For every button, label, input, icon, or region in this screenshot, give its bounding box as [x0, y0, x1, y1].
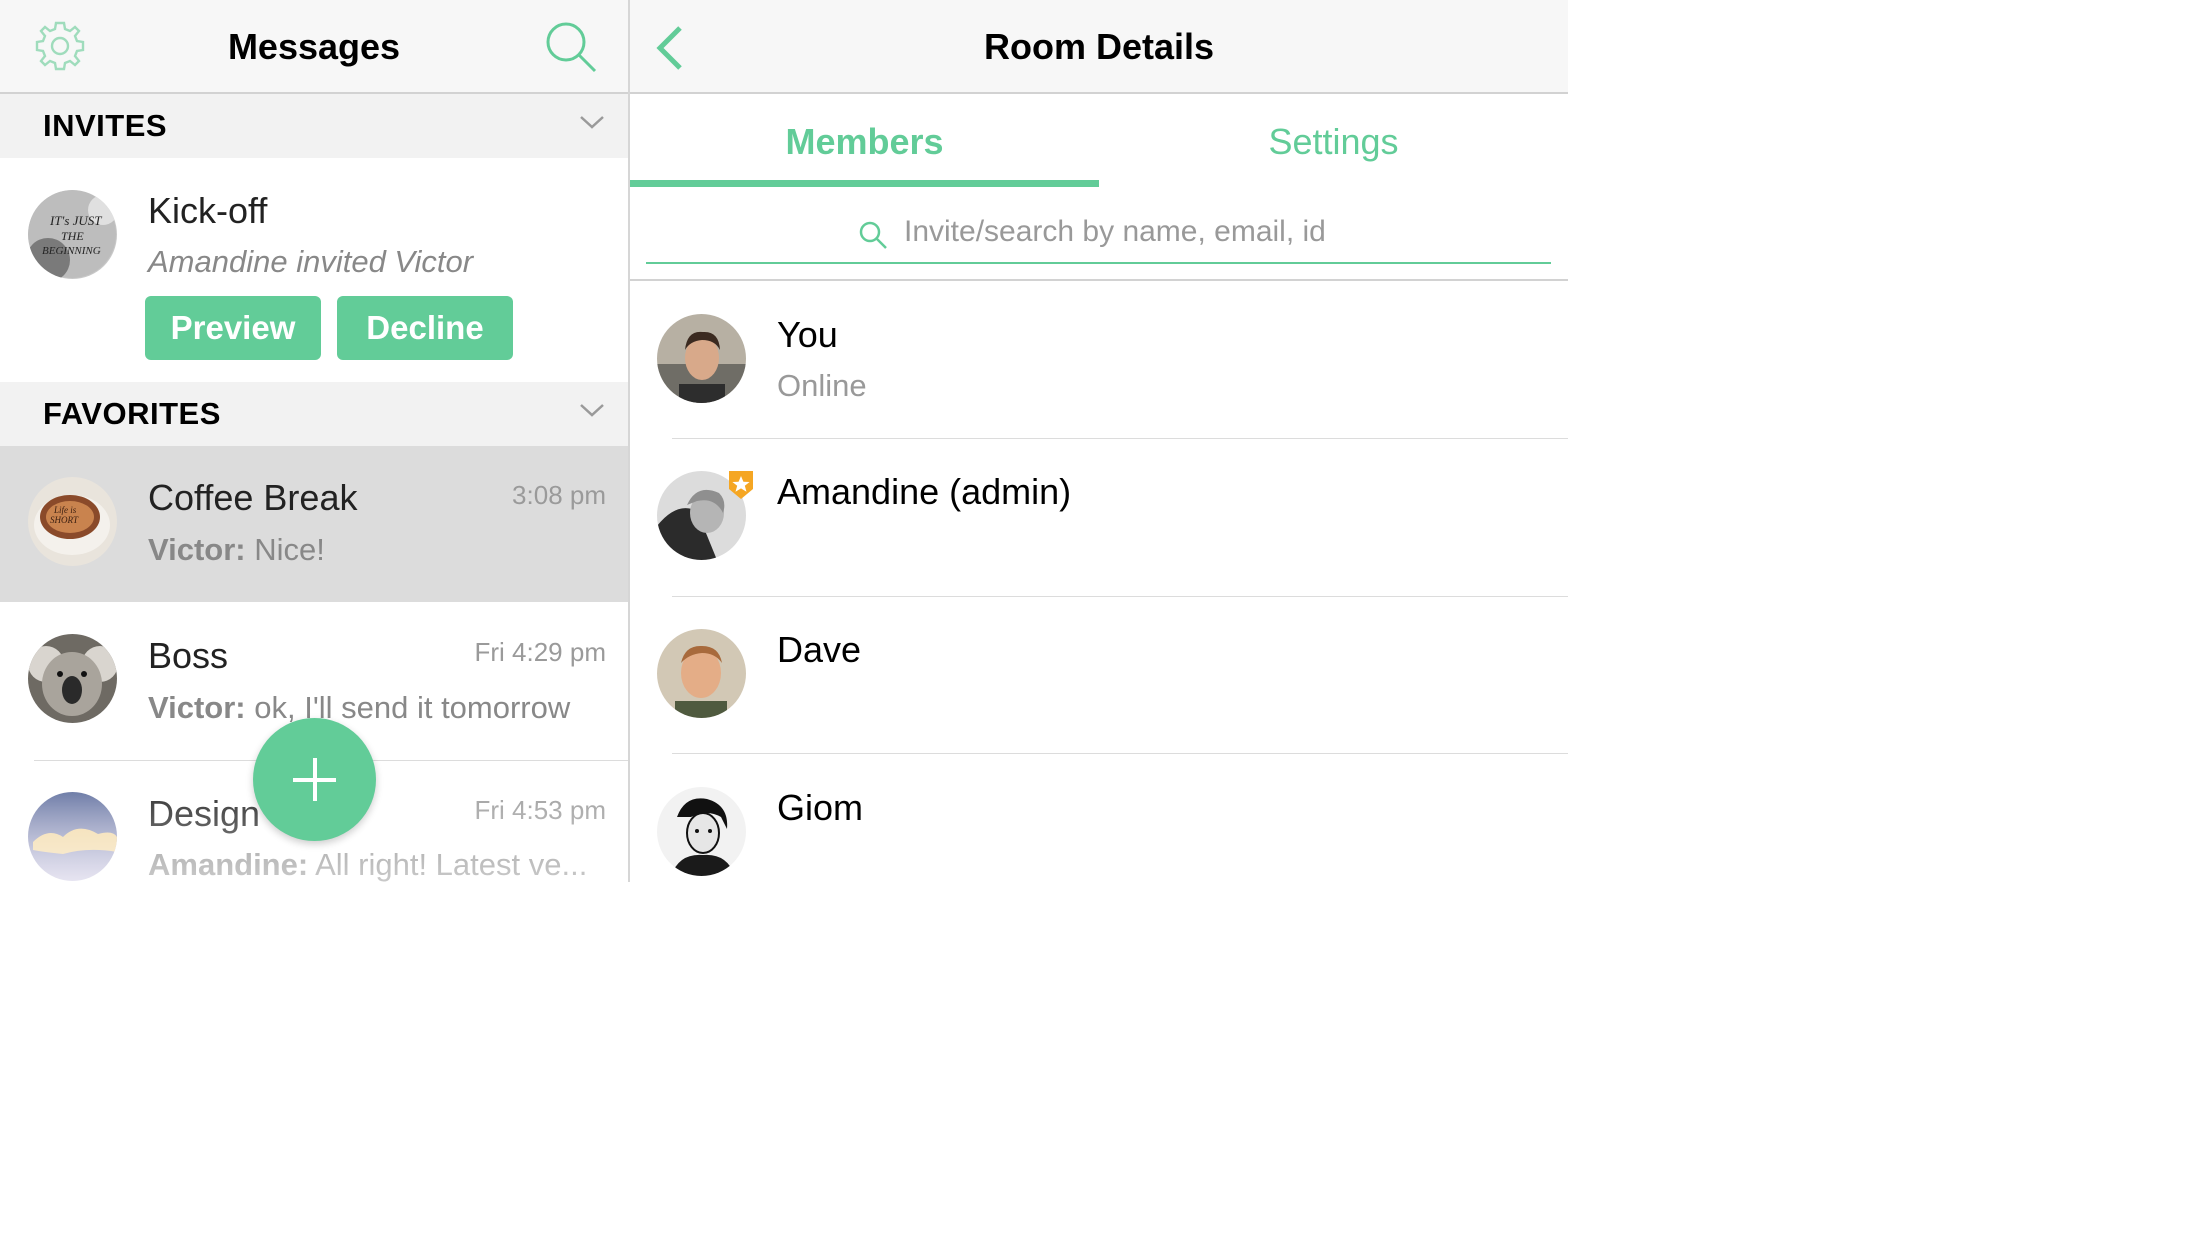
member-status: Online — [777, 368, 867, 403]
svg-text:BEGINNING: BEGINNING — [42, 245, 101, 257]
room-details-header: Room Details — [630, 0, 1568, 94]
search-placeholder: Invite/search by name, email, id — [904, 215, 1326, 248]
member-name: Dave — [777, 629, 862, 670]
messages-header: Messages — [0, 0, 628, 94]
message-sender: Victor: — [148, 690, 246, 725]
room-details-pane: Room Details Members Settings Invite/sea… — [630, 0, 1568, 882]
member-name: Amandine (admin) — [777, 471, 1072, 512]
admin-badge-icon — [729, 471, 753, 499]
svg-text:THE: THE — [61, 229, 84, 243]
room-name: Boss — [148, 635, 229, 676]
divider — [672, 753, 1568, 754]
member-name: You — [777, 314, 838, 355]
room-avatar: Life is SHORT — [28, 477, 117, 566]
member-avatar[interactable] — [657, 787, 746, 876]
invites-section-header[interactable]: INVITES — [0, 94, 628, 158]
tab-members[interactable]: Members — [630, 96, 1099, 188]
message-text: ok, I'll send it tomorrow — [245, 690, 571, 725]
invite-preview: Amandine invited Victor — [148, 244, 474, 279]
room-timestamp: 3:08 pm — [512, 480, 606, 510]
svg-text:Life is: Life is — [53, 505, 77, 515]
room-avatar — [28, 792, 117, 881]
section-title: FAVORITES — [43, 396, 221, 431]
message-sender: Victor: — [148, 532, 246, 567]
favorites-section-header[interactable]: FAVORITES — [0, 382, 628, 446]
section-title: INVITES — [43, 108, 168, 143]
room-last-message: Amandine: All right! Latest ve... — [148, 847, 587, 882]
member-avatar[interactable] — [657, 314, 746, 403]
message-sender: Amandine: — [148, 847, 309, 882]
chevron-down-icon[interactable] — [578, 112, 606, 132]
room-timestamp: Fri 4:29 pm — [474, 637, 607, 667]
divider — [630, 279, 1568, 281]
divider — [672, 596, 1568, 597]
divider — [672, 438, 1568, 439]
room-last-message: Victor: Nice! — [148, 532, 325, 568]
page-title: Messages — [227, 26, 401, 67]
member-avatar[interactable] — [657, 629, 746, 718]
svg-text:SHORT: SHORT — [50, 515, 79, 525]
tab-settings[interactable]: Settings — [1099, 96, 1568, 188]
member-search-input[interactable]: Invite/search by name, email, id — [646, 200, 1551, 264]
message-text: Nice! — [245, 532, 325, 567]
active-tab-indicator — [630, 180, 1099, 187]
preview-button[interactable]: Preview — [145, 296, 321, 360]
decline-button[interactable]: Decline — [337, 296, 513, 360]
member-name: Giom — [777, 787, 864, 828]
room-name: Design — [148, 793, 261, 834]
message-text: All right! Latest ve... — [308, 847, 588, 882]
search-icon — [859, 221, 887, 249]
invite-room-name: Kick-off — [148, 190, 268, 231]
page-title: Room Details — [983, 26, 1215, 67]
svg-text:IT's JUST: IT's JUST — [49, 213, 102, 228]
messages-pane: Messages INVITES IT's JUST THE BEGINNING… — [0, 0, 628, 882]
room-avatar — [28, 634, 117, 723]
room-last-message: Victor: ok, I'll send it tomorrow — [148, 690, 570, 726]
create-room-button[interactable] — [253, 718, 376, 841]
room-timestamp: Fri 4:53 pm — [474, 795, 607, 825]
room-avatar: IT's JUST THE BEGINNING — [28, 190, 117, 279]
room-name: Coffee Break — [148, 477, 358, 518]
plus-icon — [313, 758, 317, 801]
chevron-down-icon[interactable] — [578, 400, 606, 420]
search-icon[interactable] — [542, 18, 600, 76]
